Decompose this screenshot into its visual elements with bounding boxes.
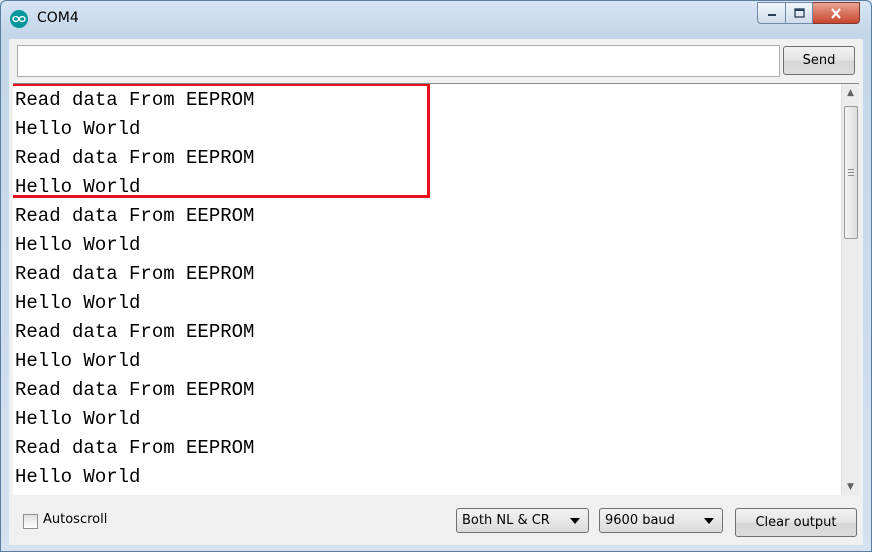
output-line: Read data From EEPROM [15,263,255,285]
output-line: Hello World [15,408,141,430]
minimize-icon [767,14,776,16]
serial-monitor-client: Send Read data From EEPROM Hello World Rea… [9,39,863,545]
chevron-down-icon [570,518,580,524]
baud-rate-value: 9600 baud [605,513,675,528]
maximize-button[interactable] [786,2,813,24]
line-ending-select[interactable]: Both NL & CR [456,508,589,533]
arduino-icon [10,10,28,28]
serial-output[interactable]: Read data From EEPROM Hello World Read dat… [13,83,859,495]
chevron-down-icon [704,518,714,524]
send-button[interactable]: Send [783,46,855,75]
footer-bar: Autoscroll Both NL & CR 9600 baud Clear … [9,497,863,545]
output-line: Read data From EEPROM [15,379,255,401]
maximize-icon [793,8,805,18]
output-line: Hello World [15,292,141,314]
serial-input[interactable] [17,45,780,77]
vertical-scrollbar[interactable]: ▲ ▼ [841,84,859,495]
output-line: Hello World [15,350,141,372]
output-line: Hello World [15,466,141,488]
baud-rate-select[interactable]: 9600 baud [599,508,723,533]
line-ending-value: Both NL & CR [462,513,550,528]
autoscroll-label[interactable]: Autoscroll [43,512,107,527]
close-button[interactable] [813,2,860,24]
output-line: Hello World [15,234,141,256]
clear-output-button[interactable]: Clear output [735,508,857,537]
minimize-button[interactable] [757,2,786,24]
output-line: Read data From EEPROM [15,321,255,343]
close-icon [831,7,841,19]
serial-monitor-window: COM4 Send Read data From EEPROM Hello Wor… [0,0,872,552]
scroll-up-icon[interactable]: ▲ [842,84,859,101]
scrollbar-thumb[interactable] [844,106,858,239]
title-bar[interactable]: COM4 [1,1,871,37]
window-title: COM4 [37,10,79,26]
autoscroll-checkbox[interactable] [23,514,38,529]
output-line: Read data From EEPROM [15,437,255,459]
output-line: Read data From EEPROM [15,205,255,227]
highlight-box [13,84,430,198]
scroll-down-icon[interactable]: ▼ [842,478,859,495]
